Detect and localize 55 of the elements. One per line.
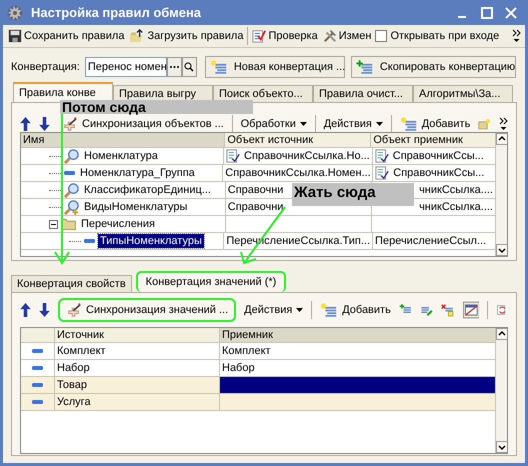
add-button[interactable]: Добавить — [320, 302, 391, 318]
table-cell-text: СправочникСсылка.Номен... — [225, 166, 371, 181]
tree-item[interactable]: ВидыНоменклатуры — [82, 200, 190, 214]
table-row[interactable]: Услуга — [21, 394, 495, 411]
toolbar-button[interactable]: Сохранить правила — [7, 28, 126, 44]
toolbar-button[interactable]: Загрузить правила — [128, 28, 244, 44]
table-row[interactable]: Товар — [21, 377, 495, 394]
checkbox-label[interactable]: Открывать при входе — [390, 28, 500, 44]
table-cell-text: СправочникСсылка.Но... — [244, 148, 370, 164]
tree-item[interactable]: ТипыНоменклатуры — [98, 234, 204, 248]
table-cell: Услуга — [57, 396, 91, 408]
table-cell-text: Справочни — [228, 200, 284, 215]
menu-button[interactable]: Обработки — [240, 116, 307, 132]
conversion-field[interactable]: Перенос номен — [84, 57, 167, 77]
table-cell: Комплект — [57, 345, 106, 357]
toolbar-button[interactable]: Скопировать конвертацию — [350, 56, 516, 78]
tree-item[interactable]: Перечисления — [79, 217, 157, 231]
tree-item[interactable]: КлассификаторЕдиниц... — [82, 183, 213, 197]
tab[interactable]: Конвертация свойств — [11, 275, 132, 292]
callout-label: Жать сюда — [292, 183, 414, 206]
table-row[interactable]: Комплект Комплект — [21, 343, 495, 360]
column-header[interactable]: Объект приемник — [371, 133, 495, 147]
sync-button[interactable]: Синхронизация значений ... — [58, 298, 236, 322]
sync-button[interactable]: Синхронизация объектов ... — [62, 116, 224, 132]
toolbar-button[interactable]: Измен — [322, 28, 372, 44]
table-cell: Набор — [222, 362, 255, 374]
table-cell-text: СправочникСсы... — [393, 166, 484, 181]
table-row[interactable]: Набор Набор — [21, 360, 495, 377]
menu-button[interactable]: Действия — [324, 116, 383, 132]
window-title: Настройка правил обмена — [31, 4, 202, 22]
table-cell-text: чникСсылка.... — [419, 182, 493, 198]
column-header[interactable]: Имя — [21, 133, 226, 147]
toolbar-button[interactable]: Новая конвертация ... — [204, 56, 345, 78]
add-button[interactable]: Добавить — [400, 116, 470, 132]
tab[interactable]: Поиск объекто... — [213, 85, 313, 102]
table-cell: Набор — [57, 362, 90, 374]
tab[interactable]: Правила конве — [13, 82, 113, 102]
column-header[interactable]: Приемник — [220, 328, 495, 342]
table-cell-text: СправочникСсы... — [392, 148, 484, 164]
tab[interactable]: Конвертация значений (*) — [136, 271, 286, 292]
table-cell-text: ПеречислениеСсыл... — [375, 234, 486, 249]
tree-item[interactable]: Номенклатура — [82, 149, 160, 163]
tree-item[interactable]: Номенклатура_Группа — [78, 166, 197, 180]
field-label: Конвертация: — [11, 60, 80, 75]
toolbar-button[interactable]: Проверка — [251, 28, 319, 44]
table-cell: Комплект — [222, 345, 271, 357]
table-cell-text: Справочни — [228, 182, 284, 198]
tab[interactable]: Алгоритмы\За... — [413, 85, 513, 102]
callout-label: Потом сюда — [60, 100, 253, 114]
menu-button[interactable]: Действия — [244, 302, 304, 318]
table-cell: Товар — [57, 379, 87, 391]
table-cell-text: чникСсылка.... — [419, 200, 493, 215]
tab[interactable]: Правила очист... — [313, 85, 413, 102]
column-header[interactable]: Источник — [55, 328, 220, 342]
column-header[interactable]: Объект источник — [225, 133, 372, 147]
